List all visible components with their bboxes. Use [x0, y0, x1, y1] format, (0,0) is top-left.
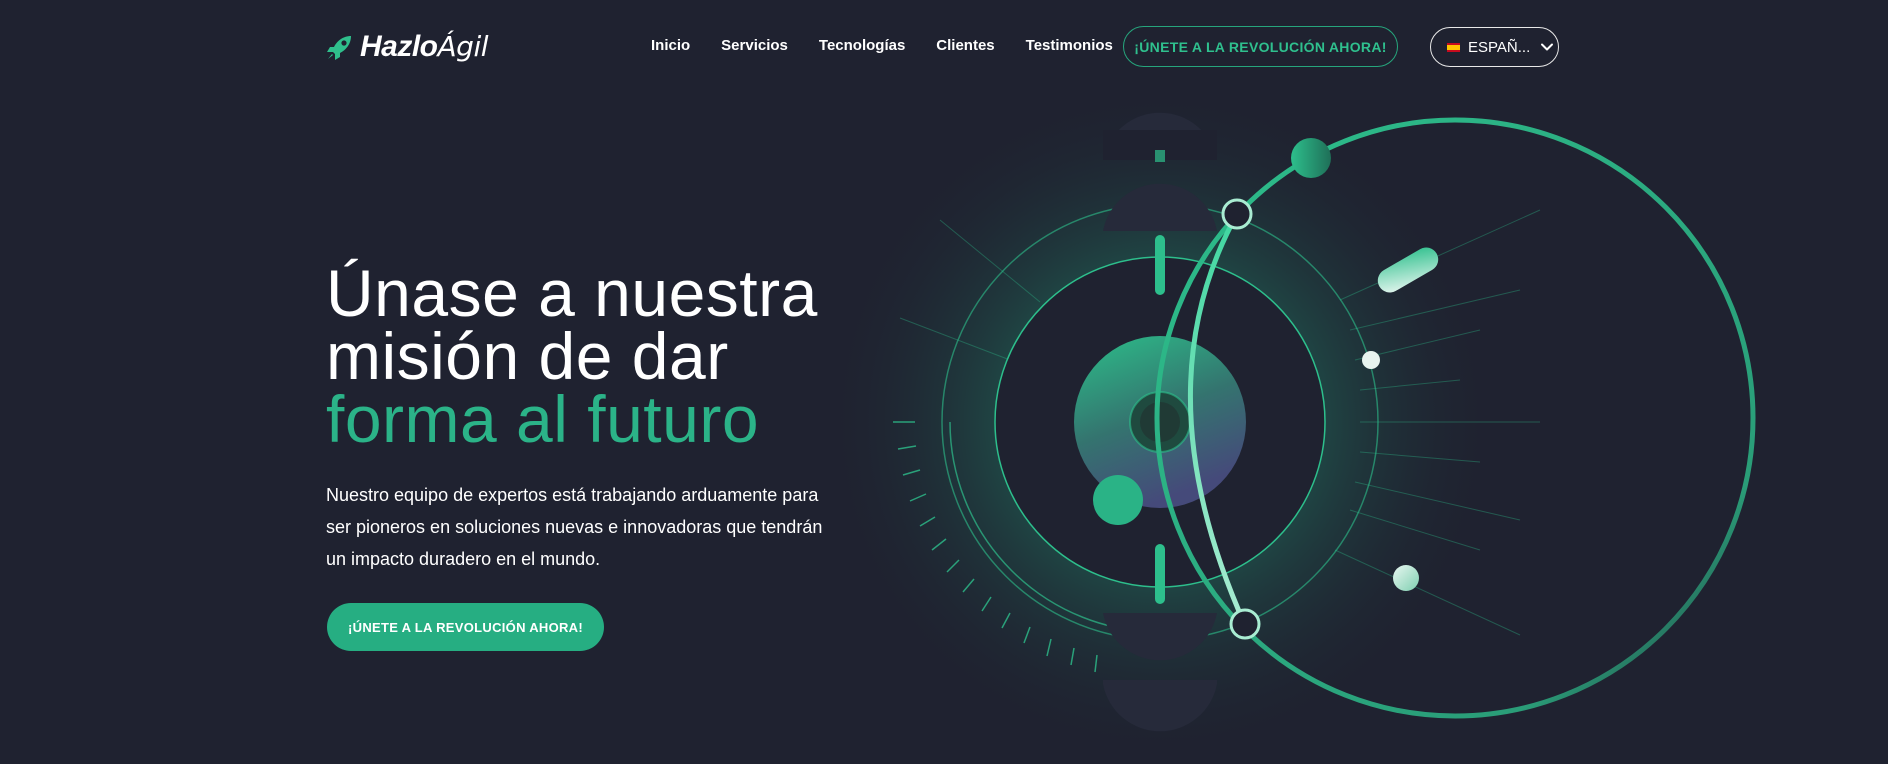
hero-title-accent: forma al futuro — [326, 382, 760, 456]
hero-title: Únase a nuestra misión de dar forma al f… — [326, 256, 818, 456]
hero-description: Nuestro equipo de expertos está trabajan… — [326, 485, 823, 569]
logo-wordmark: Hazlo Ágil — [360, 30, 489, 64]
small-ball — [1393, 565, 1419, 591]
nav-item-tecnologias[interactable]: Tecnologías — [819, 36, 905, 56]
green-ball — [1093, 475, 1143, 525]
logo[interactable]: Hazlo Ágil — [326, 29, 489, 65]
hero-title-line-1: Únase a nuestra — [326, 256, 818, 330]
arc-node-bottom — [1229, 608, 1261, 640]
orbit-ball-top — [1291, 138, 1331, 178]
main-nav: Inicio Servicios Tecnologías Clientes Te… — [651, 36, 1113, 56]
nav-item-clientes[interactable]: Clientes — [936, 36, 994, 56]
logo-bold-text: Hazlo — [360, 30, 438, 63]
logo-light-text: Ágil — [437, 30, 489, 63]
small-white-dot — [1362, 351, 1380, 369]
language-label: ESPAÑ... — [1468, 38, 1531, 56]
language-selector[interactable]: ESPAÑ... — [1430, 27, 1559, 67]
hero-cta-button[interactable]: ¡ÚNETE A LA REVOLUCIÓN AHORA! — [327, 603, 604, 651]
nav-item-servicios[interactable]: Servicios — [721, 36, 788, 56]
header-cta-button[interactable]: ¡ÚNETE A LA REVOLUCIÓN AHORA! — [1123, 26, 1398, 67]
nav-item-inicio[interactable]: Inicio — [651, 36, 690, 56]
chevron-down-icon — [1541, 43, 1554, 51]
spain-flag-icon — [1447, 42, 1460, 52]
orbit-illustration — [820, 90, 1756, 762]
nav-item-testimonios[interactable]: Testimonios — [1026, 36, 1113, 56]
hero-title-line-2: misión de dar — [326, 319, 729, 393]
rocket-icon — [327, 36, 351, 60]
arc-node-top — [1221, 198, 1253, 230]
